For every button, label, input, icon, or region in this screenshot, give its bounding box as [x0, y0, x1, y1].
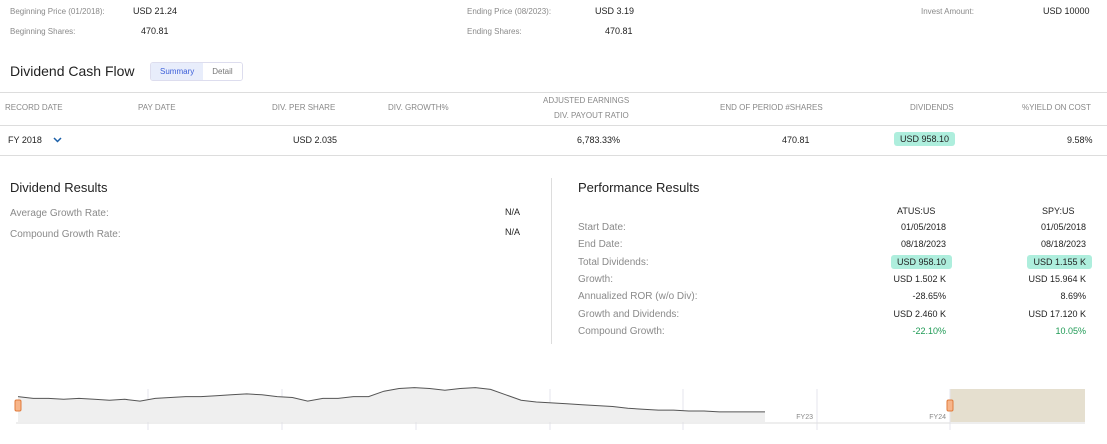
spy-value: 08/18/2023	[1040, 239, 1086, 250]
performance-label: Growth:	[578, 273, 614, 285]
divider	[0, 125, 1107, 126]
payout-ratio-cell: 6,783.33%	[577, 135, 621, 145]
col-yield-on-cost[interactable]: %YIELD ON COST	[1022, 103, 1091, 112]
dividend-cash-flow-title: Dividend Cash Flow	[10, 63, 135, 79]
beginning-shares-label: Beginning Shares:	[10, 27, 76, 36]
average-growth-label: Average Growth Rate:	[10, 208, 109, 219]
average-growth-value: N/A	[505, 207, 521, 217]
atus-value: USD 1.502 K	[893, 273, 946, 284]
col-dividends[interactable]: DIVIDENDS	[910, 103, 954, 112]
yield-cell: 9.58%	[1067, 135, 1093, 145]
beginning-price-value: USD 21.24	[133, 6, 178, 16]
invest-amount-label: Invest Amount:	[921, 7, 974, 16]
performance-label: Growth and Dividends:	[578, 308, 680, 320]
tab-summary[interactable]: Summary	[151, 63, 204, 80]
beginning-price-label: Beginning Price (01/2018):	[10, 7, 105, 16]
ending-shares-value: 470.81	[605, 26, 633, 36]
col-atus: ATUS:US	[897, 206, 936, 216]
performance-label: Compound Growth:	[578, 325, 665, 337]
performance-label: Total Dividends:	[578, 256, 649, 268]
shares-cell: 470.81	[782, 135, 810, 145]
atus-value: -22.10%	[912, 325, 946, 336]
spy-value: 8.69%	[1060, 291, 1086, 302]
navigator-label: FY23	[796, 414, 813, 421]
col-div-per-share[interactable]: DIV. PER SHARE	[272, 103, 335, 112]
chevron-down-icon[interactable]	[53, 137, 62, 143]
performance-label: Annualized ROR (w/o Div):	[578, 291, 698, 303]
performance-label: Start Date:	[578, 222, 626, 233]
ending-price-value: USD 3.19	[595, 6, 635, 16]
tab-detail[interactable]: Detail	[203, 63, 242, 80]
spy-value: USD 15.964 K	[1028, 273, 1086, 284]
ending-shares-label: Ending Shares:	[467, 27, 522, 36]
ending-price-label: Ending Price (08/2023):	[467, 7, 552, 16]
navigator-unselected-area	[950, 389, 1085, 422]
col-pay-date[interactable]: PAY DATE	[138, 103, 176, 112]
navigator-area	[18, 387, 765, 422]
col-record-date[interactable]: RECORD DATE	[5, 103, 63, 112]
divider	[0, 92, 1107, 93]
spy-value: 01/05/2018	[1040, 222, 1086, 232]
spy-value: USD 17.120 K	[1028, 308, 1086, 319]
dividends-badge: USD 958.10	[894, 132, 956, 146]
section-divider	[551, 178, 552, 344]
col-adjusted-earnings[interactable]: ADJUSTED EARNINGS	[543, 96, 629, 105]
col-div-growth[interactable]: DIV. GROWTH%	[388, 103, 449, 112]
spy-value: 10.05%	[1055, 325, 1086, 336]
atus-value: USD 2.460 K	[893, 308, 946, 319]
col-end-shares[interactable]: END OF PERIOD #SHARES	[720, 103, 823, 112]
atus-value: 01/05/2018	[900, 222, 946, 232]
div-per-share-cell: USD 2.035	[293, 135, 338, 145]
invest-amount-value: USD 10000	[1043, 6, 1090, 16]
dividend-results-title: Dividend Results	[10, 180, 108, 195]
atus-value: 08/18/2023	[900, 239, 946, 250]
navigator-right-handle[interactable]	[946, 399, 954, 412]
col-spy: SPY:US	[1042, 206, 1075, 216]
spy-value: USD 1.155 K	[1027, 254, 1092, 269]
compound-growth-label: Compound Growth Rate:	[10, 229, 121, 240]
atus-value: USD 958.10	[890, 254, 952, 269]
performance-label: End Date:	[578, 239, 623, 251]
col-div-payout-ratio[interactable]: DIV. PAYOUT RATIO	[554, 111, 629, 120]
compound-growth-value: N/A	[505, 227, 521, 237]
record-date-cell: FY 2018	[8, 135, 42, 145]
atus-value: -28.65%	[912, 291, 946, 302]
beginning-shares-value: 470.81	[141, 26, 169, 36]
view-toggle: Summary Detail	[150, 62, 243, 81]
performance-results-title: Performance Results	[578, 180, 700, 195]
navigator-label: FY24	[929, 414, 946, 421]
navigator-left-handle[interactable]	[14, 399, 22, 412]
divider	[0, 155, 1107, 156]
